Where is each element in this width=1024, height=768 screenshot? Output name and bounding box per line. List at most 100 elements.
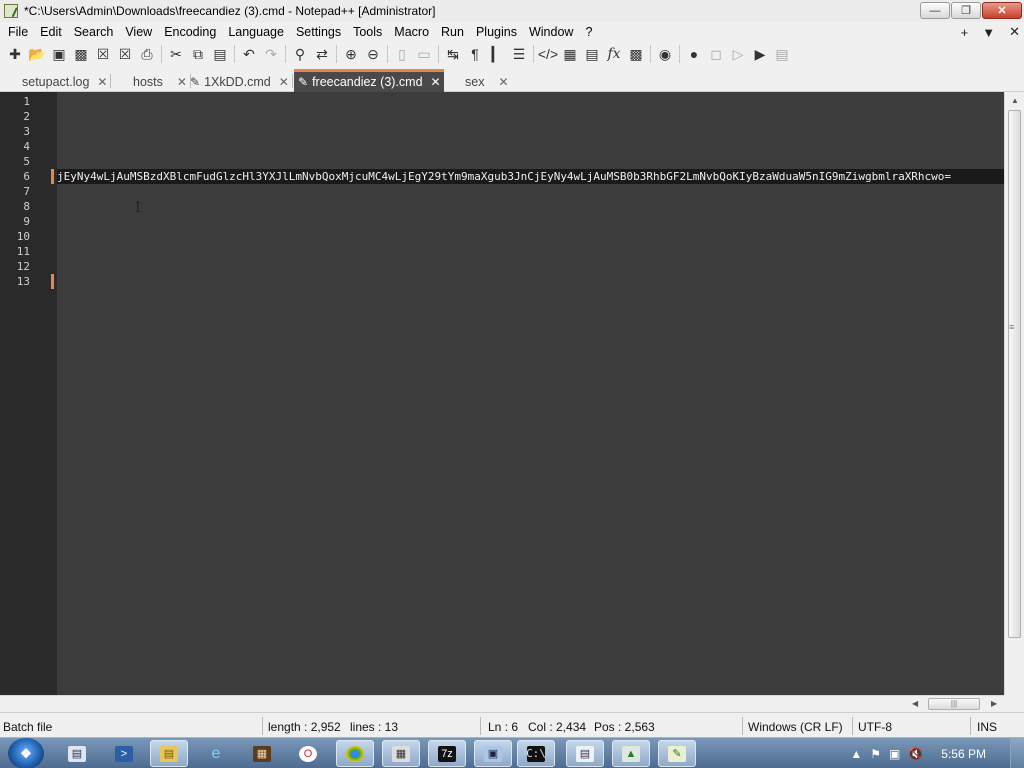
code-text-area[interactable]: jEyNy4wLjAuMSBzdXBlcmFudGlzcHl3YXJlLmNvb… (57, 92, 1004, 695)
show-desktop-button[interactable] (1010, 738, 1024, 768)
menu-plugins[interactable]: Plugins (470, 25, 523, 39)
function-list-icon[interactable]: fx (603, 44, 625, 64)
tab-setupact-log[interactable]: setupact.log ✕ (18, 71, 112, 92)
change-marker (51, 169, 54, 184)
folding-icon[interactable]: ☰ (508, 44, 530, 64)
close-all-icon[interactable]: ☒ (114, 44, 136, 64)
menu-encoding[interactable]: Encoding (158, 25, 222, 39)
vertical-scroll-thumb[interactable] (1008, 110, 1021, 638)
close-document-icon[interactable]: ✕ (1009, 24, 1020, 40)
show-all-chars-icon[interactable]: ¶ (464, 44, 486, 64)
taskbar-internet-explorer-icon[interactable]: e (197, 740, 235, 767)
taskbar-cmd-icon[interactable]: C:\ (517, 740, 555, 767)
taskbar-opera-icon[interactable]: O (289, 740, 327, 767)
play-multiple-icon[interactable]: ▶ (749, 44, 771, 64)
print-icon[interactable]: ⎙ (136, 44, 158, 64)
save-macro-icon[interactable]: ▤ (771, 44, 793, 64)
cut-icon[interactable]: ✂ (165, 44, 187, 64)
indent-guide-icon[interactable]: ▎ (486, 44, 508, 64)
tab-close-icon[interactable]: ✕ (279, 75, 289, 89)
volume-muted-icon[interactable]: 🔇 (908, 747, 923, 761)
taskbar-chrome-icon[interactable] (336, 740, 374, 767)
menu-macro[interactable]: Macro (388, 25, 435, 39)
menu-tools[interactable]: Tools (347, 25, 388, 39)
find-icon[interactable]: ⚲ (289, 44, 311, 64)
line-number: 1 (23, 95, 30, 108)
taskbar-7zip-icon[interactable]: 7z (428, 740, 466, 767)
close-icon[interactable]: ☒ (92, 44, 114, 64)
save-all-icon[interactable]: ▩ (70, 44, 92, 64)
scroll-up-arrow-icon[interactable]: ▲ (1011, 96, 1019, 105)
tab-hosts[interactable]: hosts ✕ (129, 71, 191, 92)
network-icon[interactable]: ▣ (889, 747, 900, 761)
menu-run[interactable]: Run (435, 25, 470, 39)
taskbar-document-icon[interactable]: ▤ (566, 740, 604, 767)
modified-pencil-icon: ✎ (298, 75, 309, 89)
sync-vertical-icon[interactable]: ▯ (391, 44, 413, 64)
status-encoding[interactable]: UTF-8 (858, 720, 892, 734)
minimize-button[interactable]: — (920, 2, 950, 19)
status-bar: Batch file length : 2,952 lines : 13 Ln … (0, 712, 1024, 737)
sync-horizontal-icon[interactable]: ▭ (413, 44, 435, 64)
menu-view[interactable]: View (119, 25, 158, 39)
menu-edit[interactable]: Edit (34, 25, 68, 39)
monitor-icon[interactable]: ◉ (654, 44, 676, 64)
vertical-scrollbar[interactable]: ▲ ≡ (1004, 92, 1024, 695)
flag-icon[interactable]: ⚑ (870, 747, 881, 761)
status-insert-mode[interactable]: INS (977, 720, 997, 734)
document-list-icon[interactable]: ▤ (581, 44, 603, 64)
maximize-button[interactable]: ❐ (951, 2, 981, 19)
zoom-in-icon[interactable]: ⊕ (340, 44, 362, 64)
map-icon[interactable]: ▦ (559, 44, 581, 64)
tab-close-icon[interactable]: ✕ (498, 75, 508, 89)
zoom-out-icon[interactable]: ⊖ (362, 44, 384, 64)
word-wrap-icon[interactable]: ↹ (442, 44, 464, 64)
paste-icon[interactable]: ▤ (209, 44, 231, 64)
undo-icon[interactable]: ↶ (238, 44, 260, 64)
taskbar-folder-icon[interactable]: ▤ (150, 740, 188, 767)
tab-list-dropdown-icon[interactable]: ▼ (982, 25, 995, 40)
taskbar-remote-desktop-icon[interactable]: ▣ (474, 740, 512, 767)
scroll-left-arrow-icon[interactable]: ◀ (912, 699, 918, 708)
stop-record-icon[interactable]: ◻ (705, 44, 727, 64)
editor-area[interactable]: 1 2 3 4 5 6 7 8 9 10 11 12 13 jEyNy4wLjA… (0, 92, 1004, 695)
horizontal-scroll-thumb[interactable]: ||| (928, 698, 980, 710)
taskbar-clock[interactable]: 5:56 PM (941, 747, 986, 761)
taskbar-package-icon[interactable]: ▦ (243, 740, 281, 767)
tab-close-icon[interactable]: ✕ (431, 75, 441, 89)
taskbar-powershell-icon[interactable]: > (105, 740, 143, 767)
status-eol[interactable]: Windows (CR LF) (748, 720, 843, 734)
open-file-icon[interactable]: 📂 (26, 44, 48, 64)
code-line-current[interactable]: jEyNy4wLjAuMSBzdXBlcmFudGlzcHl3YXJlLmNvb… (57, 169, 1004, 184)
menu-file[interactable]: File (0, 25, 34, 39)
menu-help[interactable]: ? (579, 25, 598, 39)
save-icon[interactable]: ▣ (48, 44, 70, 64)
replace-icon[interactable]: ⇄ (311, 44, 333, 64)
tab-freecandiez-cmd[interactable]: ✎ freecandiez (3).cmd ✕ (294, 69, 444, 92)
horizontal-scrollbar[interactable]: ◀ ||| ▶ (0, 695, 1004, 712)
tab-close-icon[interactable]: ✕ (97, 75, 107, 89)
menu-window[interactable]: Window (523, 25, 579, 39)
taskbar-task-manager-icon[interactable]: ▲ (612, 740, 650, 767)
new-tab-plus-icon[interactable]: + (961, 25, 969, 40)
menu-settings[interactable]: Settings (290, 25, 347, 39)
scroll-right-arrow-icon[interactable]: ▶ (991, 699, 997, 708)
record-macro-icon[interactable]: ● (683, 44, 705, 64)
menu-language[interactable]: Language (222, 25, 290, 39)
start-orb-icon[interactable]: ❖ (8, 738, 44, 768)
folder-workspace-icon[interactable]: ▩ (625, 44, 647, 64)
code-icon[interactable]: </> (537, 44, 559, 64)
tab-1xkdd-cmd[interactable]: ✎ 1XkDD.cmd ✕ (186, 71, 293, 92)
play-macro-icon[interactable]: ▷ (727, 44, 749, 64)
redo-icon[interactable]: ↷ (260, 44, 282, 64)
taskbar-explorer-window-icon[interactable]: ▤ (58, 740, 96, 767)
show-hidden-icons-icon[interactable]: ▲ (850, 747, 862, 761)
copy-icon[interactable]: ⧉ (187, 44, 209, 64)
menu-search[interactable]: Search (68, 25, 120, 39)
taskbar-notepadpp-icon[interactable]: ✎ (658, 740, 696, 767)
toolbar: ✚ 📂 ▣ ▩ ☒ ☒ ⎙ ✂ ⧉ ▤ ↶ ↷ ⚲ ⇄ ⊕ ⊖ ▯ ▭ ↹ ¶ … (0, 42, 1024, 66)
tab-sex[interactable]: sex ✕ (461, 71, 509, 92)
taskbar-calculator-icon[interactable]: ▦ (382, 740, 420, 767)
close-window-button[interactable]: ✕ (982, 2, 1022, 19)
new-file-icon[interactable]: ✚ (4, 44, 26, 64)
